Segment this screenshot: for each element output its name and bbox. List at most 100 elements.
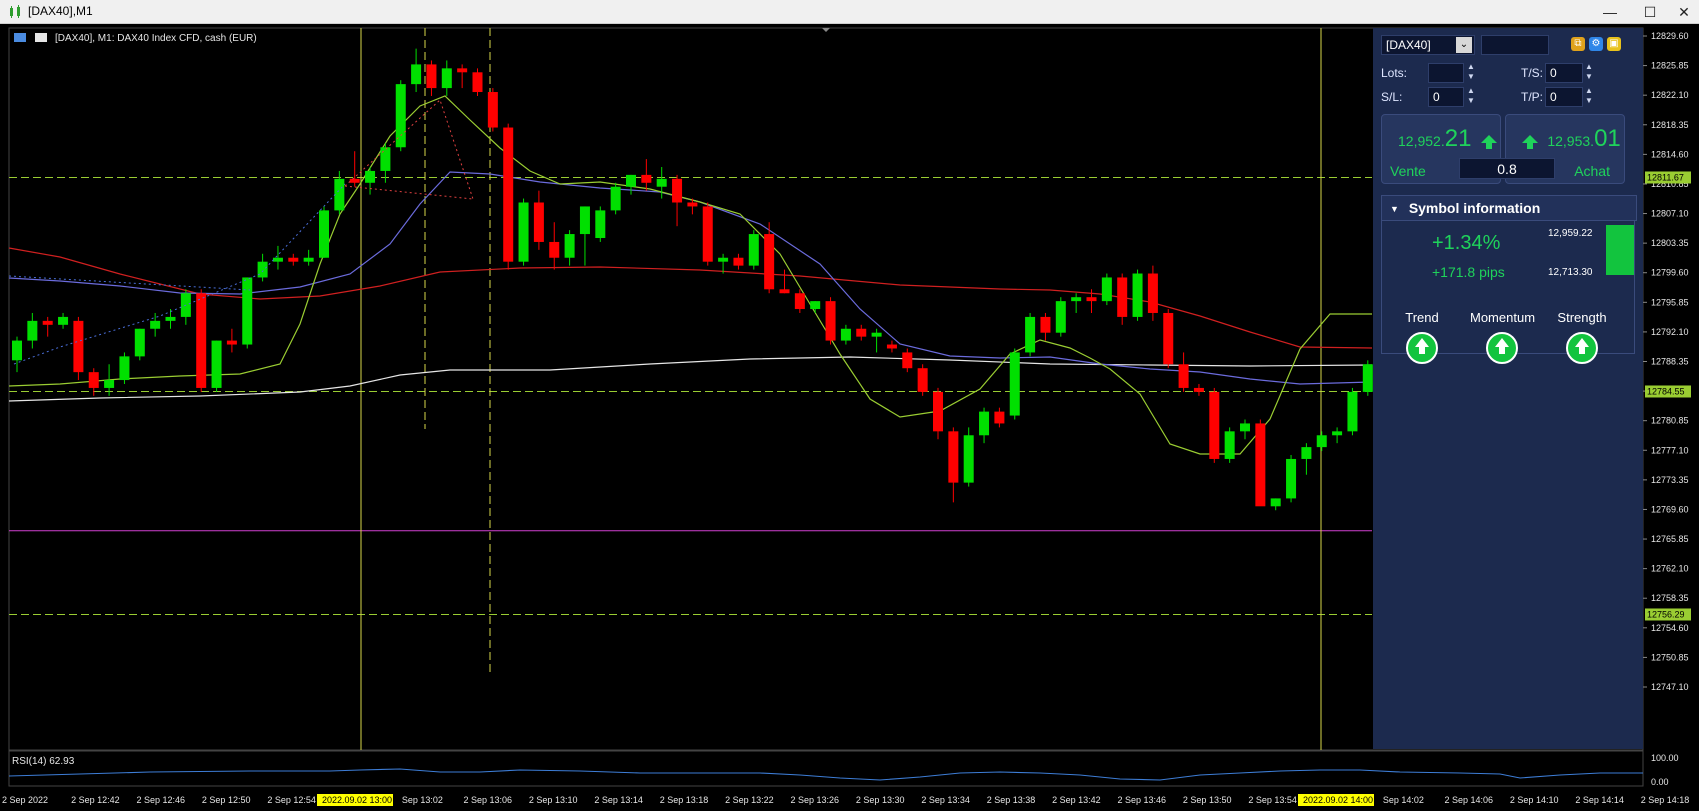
time-tick-label: 2022.09.02 14:00 bbox=[1303, 795, 1373, 805]
price-tick-label: 12750.85 bbox=[1651, 652, 1689, 662]
time-tick-label: 2 Sep 2022 bbox=[2, 795, 48, 805]
candle-body bbox=[779, 289, 790, 294]
time-tick-label: 2 Sep 13:10 bbox=[529, 795, 578, 805]
candle-body bbox=[1040, 316, 1051, 333]
candle-body bbox=[1117, 277, 1128, 317]
price-tick-label: 12829.60 bbox=[1651, 31, 1689, 41]
window-titlebar: [DAX40],M1 — ☐ ✕ bbox=[0, 0, 1699, 24]
candle-body bbox=[933, 391, 943, 432]
candle-body bbox=[272, 257, 283, 262]
candle-body bbox=[702, 206, 713, 262]
price-tag-label: 12784.55 bbox=[1647, 386, 1685, 396]
candle-body bbox=[380, 147, 391, 171]
candle-body bbox=[257, 261, 268, 278]
sl-label: S/L: bbox=[1381, 90, 1403, 104]
price-tick-label: 12777.10 bbox=[1651, 445, 1689, 455]
stepper-down-icon[interactable]: ▼ bbox=[1584, 72, 1594, 82]
tp-input[interactable]: 0 bbox=[1545, 87, 1583, 107]
price-tick-label: 12747.10 bbox=[1651, 682, 1689, 692]
copy-icon[interactable]: ⧉ bbox=[1571, 37, 1585, 51]
candle-body bbox=[917, 368, 928, 392]
candle-body bbox=[58, 316, 69, 325]
minimize-button[interactable]: — bbox=[1590, 2, 1630, 22]
time-tick-label: 2 Sep 13:34 bbox=[921, 795, 970, 805]
sl-stepper[interactable]: ▲ ▼ bbox=[1466, 86, 1476, 108]
sell-price-main: 12,952. bbox=[1398, 133, 1445, 149]
rsi-panel bbox=[8, 750, 1644, 787]
sl-input[interactable]: 0 bbox=[1428, 87, 1464, 107]
candle-body bbox=[1332, 431, 1343, 436]
sell-price-pips: 21 bbox=[1444, 125, 1472, 152]
symbol-info-body: +1.34% +171.8 pips 12,959.22 12,713.30 T… bbox=[1381, 220, 1635, 364]
stepper-down-icon[interactable]: ▼ bbox=[1466, 72, 1476, 82]
candle-body bbox=[150, 320, 161, 329]
chevron-down-icon[interactable]: ⌄ bbox=[1456, 37, 1472, 53]
ts-stepper[interactable]: ▲ ▼ bbox=[1584, 62, 1594, 84]
buy-price-main: 12,953. bbox=[1547, 133, 1595, 149]
price-tick-label: 12814.60 bbox=[1651, 149, 1689, 159]
candle-body bbox=[979, 411, 990, 436]
time-tick-label: 2 Sep 13:42 bbox=[1052, 795, 1101, 805]
range-bar bbox=[1606, 225, 1634, 275]
price-tag-label: 12811.67 bbox=[1647, 172, 1684, 182]
time-tick-label: 2 Sep 13:46 bbox=[1118, 795, 1167, 805]
symbol-select[interactable]: [DAX40] ⌄ bbox=[1381, 35, 1475, 55]
time-tick-label: 2 Sep 13:38 bbox=[987, 795, 1036, 805]
stepper-up-icon[interactable]: ▲ bbox=[1466, 62, 1476, 72]
candle-body bbox=[1071, 297, 1082, 302]
collapse-triangle-icon[interactable]: ▼ bbox=[1390, 197, 1399, 221]
indicator-trend: Trend bbox=[1390, 310, 1454, 364]
chart-grid-icon bbox=[14, 33, 26, 42]
candle-body bbox=[487, 92, 498, 128]
candle-body bbox=[748, 234, 759, 266]
gear-icon[interactable]: ⚙ bbox=[1589, 37, 1603, 51]
candle-body bbox=[242, 277, 253, 345]
time-tick-label: 2 Sep 12:54 bbox=[267, 795, 316, 805]
candle-body bbox=[1240, 423, 1250, 432]
candle-body bbox=[426, 64, 437, 89]
stepper-down-icon[interactable]: ▼ bbox=[1584, 96, 1594, 106]
candle-body bbox=[365, 170, 376, 183]
candle-body bbox=[104, 380, 115, 388]
time-tick-label: 2 Sep 13:30 bbox=[856, 795, 905, 805]
range-low: 12,713.30 bbox=[1548, 267, 1593, 278]
time-tick-label: 2 Sep 12:42 bbox=[71, 795, 120, 805]
stepper-up-icon[interactable]: ▲ bbox=[1584, 86, 1594, 96]
candle-body bbox=[1362, 364, 1373, 392]
candle-body bbox=[119, 356, 130, 381]
price-tick-label: 12799.60 bbox=[1651, 268, 1689, 278]
candle-body bbox=[1178, 364, 1189, 388]
lots-stepper[interactable]: ▲ ▼ bbox=[1466, 62, 1476, 84]
candle-body bbox=[794, 293, 805, 310]
expand-icon[interactable]: ▣ bbox=[1607, 37, 1621, 51]
candle-body bbox=[12, 340, 22, 361]
candle-body bbox=[733, 257, 744, 266]
stepper-up-icon[interactable]: ▲ bbox=[1584, 62, 1594, 72]
ts-input[interactable]: 0 bbox=[1545, 63, 1583, 83]
symbol-info-header[interactable]: ▼ Symbol information bbox=[1381, 195, 1637, 221]
stepper-up-icon[interactable]: ▲ bbox=[1466, 86, 1476, 96]
buy-price-pips: 01 bbox=[1594, 125, 1621, 152]
stepper-down-icon[interactable]: ▼ bbox=[1466, 96, 1476, 106]
candle-body bbox=[395, 84, 406, 148]
candle-body bbox=[1255, 423, 1266, 507]
candle-body bbox=[1224, 431, 1235, 459]
rsi-label: RSI(14) 62.93 bbox=[12, 756, 75, 767]
candle-body bbox=[472, 72, 483, 93]
time-tick-label: 2022.09.02 13:00 bbox=[322, 795, 392, 805]
indicator-strength: Strength bbox=[1550, 310, 1614, 364]
price-tick-label: 12795.85 bbox=[1651, 297, 1689, 307]
symbol-extra-field[interactable] bbox=[1481, 35, 1549, 55]
time-tick-label: 2 Sep 13:14 bbox=[594, 795, 643, 805]
candle-body bbox=[1286, 458, 1297, 499]
tp-stepper[interactable]: ▲ ▼ bbox=[1584, 86, 1594, 108]
window-title: [DAX40],M1 bbox=[28, 4, 93, 18]
price-tick-label: 12758.35 bbox=[1651, 593, 1689, 603]
symbol-info-title: Symbol information bbox=[1408, 200, 1541, 216]
close-button[interactable]: ✕ bbox=[1664, 2, 1699, 22]
candle-body bbox=[718, 257, 729, 262]
trade-panel: [DAX40] ⌄ ⧉ ⚙ ▣ Lots: ▲ ▼ T/S: 0 ▲ ▼ S/L: … bbox=[1373, 28, 1643, 749]
candle-body bbox=[672, 178, 683, 203]
lots-input[interactable] bbox=[1428, 63, 1464, 83]
candle-body bbox=[626, 174, 636, 187]
